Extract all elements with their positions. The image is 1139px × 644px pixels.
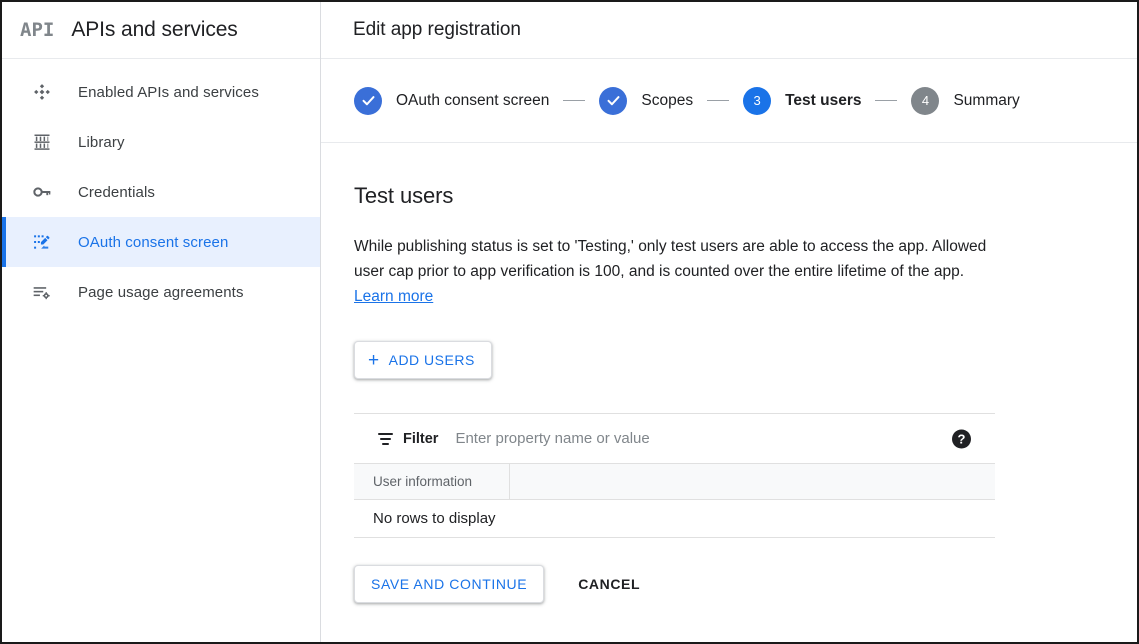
sidebar: API APIs and services Enabled APIs and s… <box>2 2 321 642</box>
app-window: API APIs and services Enabled APIs and s… <box>0 0 1139 644</box>
table-header-row: User information <box>354 463 995 499</box>
page-title: Edit app registration <box>353 19 521 41</box>
sidebar-item-library[interactable]: Library <box>2 117 320 167</box>
main-panel: Edit app registration OAuth consent scre… <box>321 2 1137 642</box>
step-2-circle <box>599 87 627 115</box>
cancel-button[interactable]: CANCEL <box>572 565 646 603</box>
sidebar-item-label: Enabled APIs and services <box>78 84 259 101</box>
sidebar-header: API APIs and services <box>2 2 320 59</box>
save-and-continue-button[interactable]: SAVE AND CONTINUE <box>354 565 544 603</box>
step-4-label: Summary <box>953 92 1019 110</box>
step-summary[interactable]: 4 Summary <box>911 87 1019 115</box>
sidebar-item-label: OAuth consent screen <box>78 234 228 251</box>
main-content: Test users While publishing status is se… <box>321 143 1137 603</box>
sidebar-item-credentials[interactable]: Credentials <box>2 167 320 217</box>
sidebar-item-page-usage-agreements[interactable]: Page usage agreements <box>2 267 320 317</box>
main-header: Edit app registration <box>321 2 1137 59</box>
filter-label: Filter <box>403 431 438 447</box>
sidebar-item-label: Credentials <box>78 184 155 201</box>
step-3-circle: 3 <box>743 87 771 115</box>
plus-icon: + <box>368 351 380 370</box>
help-icon[interactable]: ? <box>952 429 971 448</box>
app-title: APIs and services <box>71 18 237 42</box>
check-icon <box>361 93 376 108</box>
filter-input[interactable] <box>455 430 835 447</box>
key-icon <box>30 180 54 204</box>
sidebar-item-oauth-consent-screen[interactable]: OAuth consent screen <box>2 217 320 267</box>
table-column-header-user-information[interactable]: User information <box>354 464 510 499</box>
sidebar-item-label: Library <box>78 134 125 151</box>
section-title: Test users <box>354 183 1137 209</box>
sidebar-item-label: Page usage agreements <box>78 284 244 301</box>
section-description-text: While publishing status is set to 'Testi… <box>354 238 986 280</box>
step-3-label: Test users <box>785 92 861 110</box>
step-scopes[interactable]: Scopes <box>599 87 693 115</box>
learn-more-link[interactable]: Learn more <box>354 288 433 305</box>
table-empty-message: No rows to display <box>354 499 995 537</box>
step-separator <box>875 100 897 101</box>
wizard-stepper: OAuth consent screen Scopes 3 Test users… <box>321 59 1137 143</box>
step-separator <box>563 100 585 101</box>
step-test-users[interactable]: 3 Test users <box>743 87 861 115</box>
table-column-header-empty <box>510 464 995 499</box>
library-icon <box>30 130 54 154</box>
sidebar-nav: Enabled APIs and services <box>2 59 320 317</box>
add-users-button[interactable]: + ADD USERS <box>354 341 492 379</box>
section-description: While publishing status is set to 'Testi… <box>354 234 996 309</box>
sidebar-item-enabled-apis-and-services[interactable]: Enabled APIs and services <box>2 67 320 117</box>
page-usage-agreements-icon <box>30 280 54 304</box>
step-1-circle <box>354 87 382 115</box>
step-1-label: OAuth consent screen <box>396 92 549 110</box>
step-oauth-consent-screen[interactable]: OAuth consent screen <box>354 87 549 115</box>
filter-icon <box>376 430 394 448</box>
step-separator <box>707 100 729 101</box>
dashboard-diamond-icon <box>30 80 54 104</box>
step-2-label: Scopes <box>641 92 693 110</box>
table-bottom-divider <box>354 537 995 538</box>
api-logo-icon: API <box>20 21 54 40</box>
test-users-table: Filter ? User information No rows to dis… <box>354 413 995 538</box>
add-users-button-label: ADD USERS <box>389 352 475 368</box>
footer-actions: SAVE AND CONTINUE CANCEL <box>354 565 1137 603</box>
consent-screen-icon <box>30 230 54 254</box>
step-4-circle: 4 <box>911 87 939 115</box>
filter-row: Filter ? <box>354 414 995 463</box>
check-icon <box>606 93 621 108</box>
